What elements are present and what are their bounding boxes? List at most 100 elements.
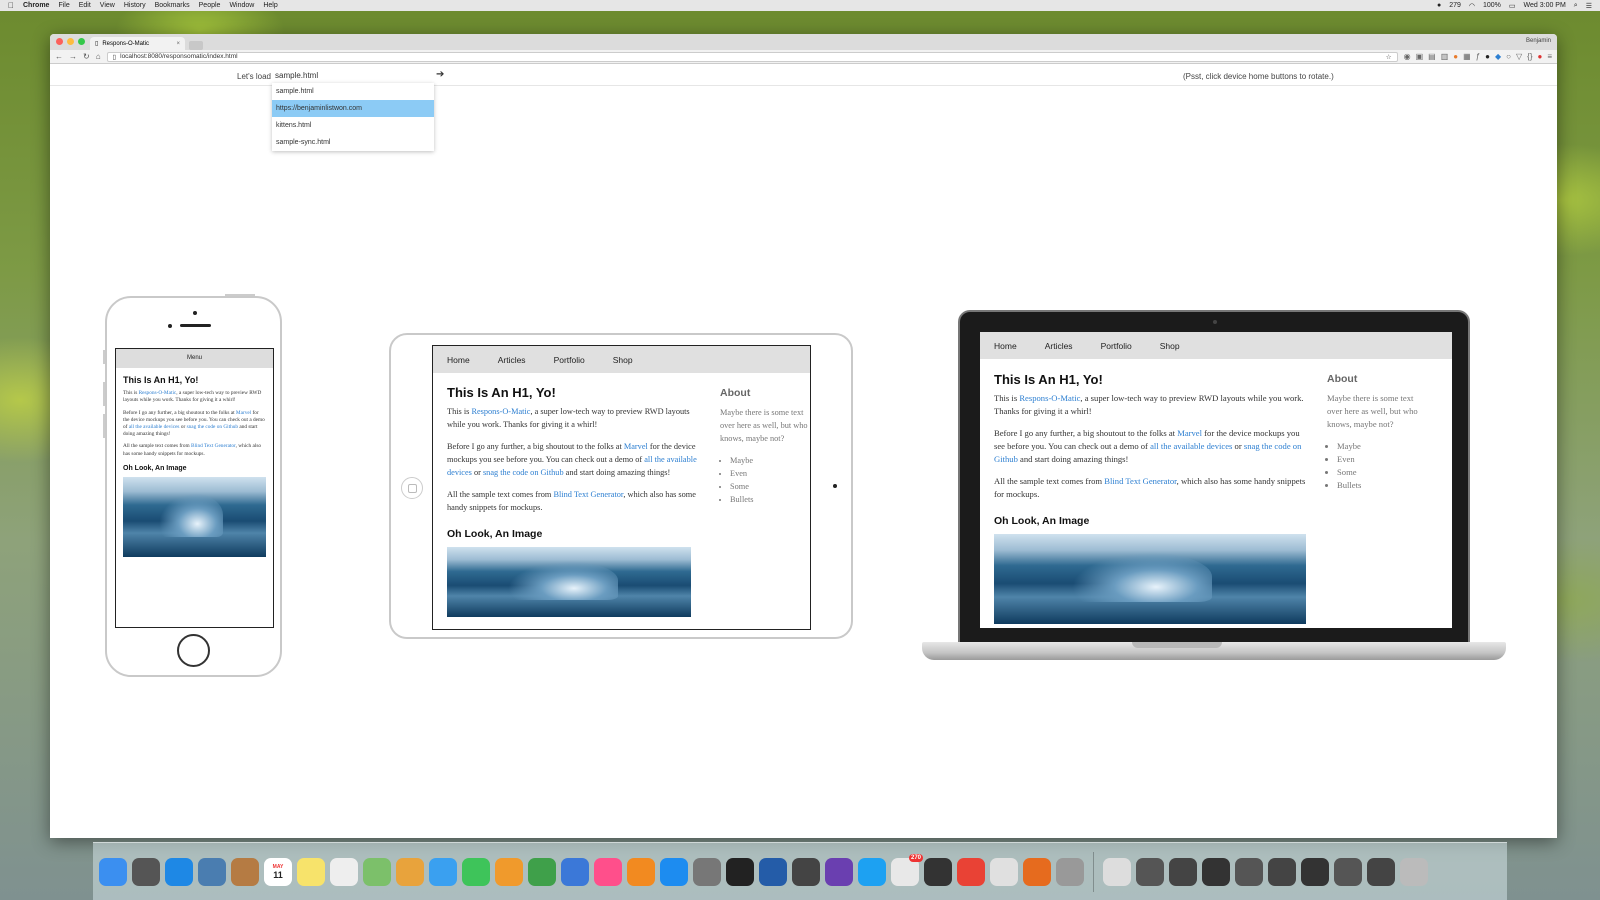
extension-icon[interactable]: ▤ [1428, 52, 1436, 61]
extension-icon[interactable]: ◉ [1404, 52, 1411, 61]
sublime-icon[interactable] [792, 857, 820, 886]
itunes-icon[interactable] [594, 857, 622, 886]
battery-level[interactable]: 100% [1483, 2, 1501, 9]
app-store-icon[interactable] [660, 857, 688, 886]
nav-articles[interactable]: Articles [1031, 341, 1087, 351]
extension-icon[interactable]: ● [1537, 52, 1542, 61]
stack-1-icon[interactable] [1136, 857, 1164, 886]
finder-icon[interactable] [99, 857, 127, 886]
extension-icon[interactable]: ƒ [1476, 52, 1480, 61]
photos-icon[interactable] [396, 857, 424, 886]
reload-icon[interactable]: ↻ [83, 52, 90, 61]
link[interactable]: Marvel [1177, 428, 1202, 438]
stack-5-icon[interactable] [1268, 857, 1296, 886]
calendar-icon[interactable]: MAY 11 [264, 857, 292, 886]
messages-icon[interactable] [429, 857, 457, 886]
profile-button[interactable]: Benjamin [1526, 38, 1551, 44]
notification-center-icon[interactable]: ☰ [1586, 2, 1592, 10]
phone-home-button[interactable] [177, 634, 210, 667]
extension-icon[interactable]: ○ [1506, 52, 1511, 61]
link[interactable]: Marvel [236, 410, 251, 416]
home-icon[interactable]: ⌂ [96, 52, 101, 61]
close-window-button[interactable] [56, 38, 63, 45]
chrome-icon[interactable] [957, 857, 985, 886]
keynote-icon[interactable] [561, 857, 589, 886]
extension-icon[interactable]: ▽ [1516, 52, 1522, 61]
status-count[interactable]: 279 [1449, 2, 1461, 9]
folder-icon[interactable] [1103, 857, 1131, 886]
stack-6-icon[interactable] [1301, 857, 1329, 886]
menu-people[interactable]: People [199, 2, 221, 9]
suggestion-item[interactable]: sample.html [272, 83, 434, 100]
new-tab-button[interactable] [189, 41, 203, 50]
browser-tab[interactable]: ▯ Respons-O-Matic × [90, 37, 185, 50]
stack-7-icon[interactable] [1334, 857, 1362, 886]
github-icon[interactable] [924, 857, 952, 886]
extension-icon[interactable]: ▦ [1463, 52, 1471, 61]
link[interactable]: Blind Text Generator [191, 443, 236, 449]
safari-icon[interactable] [165, 857, 193, 886]
apple-menu-icon[interactable]:  [8, 1, 14, 10]
chrome-menu-icon[interactable]: ≡ [1547, 52, 1552, 61]
link[interactable]: snag the code on Github [187, 424, 239, 430]
suggestion-item[interactable]: sample-sync.html [272, 134, 434, 151]
1password-icon[interactable] [759, 857, 787, 886]
preview-icon[interactable] [198, 857, 226, 886]
extension-icon[interactable]: {} [1527, 52, 1532, 61]
menu-help[interactable]: Help [263, 2, 277, 9]
link[interactable]: Respons-O-Matic [471, 407, 530, 416]
suggestion-item[interactable]: kittens.html [272, 117, 434, 134]
clock[interactable]: Wed 3:00 PM [1524, 2, 1566, 9]
status-icon[interactable]: ● [1437, 2, 1441, 9]
link[interactable]: all the available devices [129, 424, 180, 430]
spotlight-icon[interactable]: ⌕ [1574, 2, 1578, 10]
back-icon[interactable]: ← [55, 52, 63, 61]
nav-home[interactable]: Home [433, 355, 484, 365]
menu-file[interactable]: File [58, 2, 69, 9]
forward-icon[interactable]: → [69, 52, 77, 61]
nav-shop[interactable]: Shop [599, 355, 647, 365]
close-tab-icon[interactable]: × [176, 41, 180, 47]
bookmark-star-icon[interactable]: ☆ [1386, 53, 1392, 61]
menu-history[interactable]: History [124, 2, 146, 9]
menu-edit[interactable]: Edit [79, 2, 91, 9]
launchpad-icon[interactable] [132, 857, 160, 886]
stack-8-icon[interactable] [1367, 857, 1395, 886]
terminal-icon[interactable] [726, 857, 754, 886]
link[interactable]: Respons-O-Matic [139, 390, 177, 396]
dash-icon[interactable] [825, 857, 853, 886]
stack-3-icon[interactable] [1202, 857, 1230, 886]
extension-icon[interactable]: ▣ [1416, 52, 1424, 61]
extension-icon[interactable]: ● [1485, 52, 1490, 61]
system-preferences-icon[interactable] [693, 857, 721, 886]
nav-shop[interactable]: Shop [1146, 341, 1194, 351]
link[interactable]: Respons-O-Matic [1019, 393, 1080, 403]
link[interactable]: Blind Text Generator [553, 490, 623, 499]
utility-icon[interactable] [1056, 857, 1084, 886]
notification-icon[interactable]: 270 [891, 853, 923, 886]
reminders-icon[interactable] [330, 857, 358, 886]
link[interactable]: Blind Text Generator [1104, 476, 1176, 486]
link[interactable]: snag the code on Github [483, 468, 564, 477]
url-input[interactable] [275, 68, 435, 82]
maps-icon[interactable] [363, 857, 391, 886]
menu-button[interactable]: Menu [116, 349, 273, 368]
trash-icon[interactable] [1400, 857, 1428, 886]
tablet-home-button[interactable] [401, 477, 423, 499]
suggestion-item-selected[interactable]: https://benjaminlistwon.com [272, 100, 434, 117]
numbers-icon[interactable] [528, 857, 556, 886]
extension-icon[interactable]: ▥ [1441, 52, 1449, 61]
menu-window[interactable]: Window [229, 2, 254, 9]
wifi-icon[interactable]: ◠ [1469, 2, 1475, 10]
app-menu[interactable]: Chrome [23, 2, 49, 9]
nav-portfolio[interactable]: Portfolio [1087, 341, 1146, 351]
contacts-icon[interactable] [231, 857, 259, 886]
extension-icon[interactable]: ◆ [1495, 52, 1501, 61]
zoom-window-button[interactable] [78, 38, 85, 45]
pages-icon[interactable] [495, 857, 523, 886]
stack-4-icon[interactable] [1235, 857, 1263, 886]
extension-icon[interactable]: ● [1453, 52, 1458, 61]
nav-articles[interactable]: Articles [484, 355, 540, 365]
stack-2-icon[interactable] [1169, 857, 1197, 886]
ibooks-icon[interactable] [627, 857, 655, 886]
